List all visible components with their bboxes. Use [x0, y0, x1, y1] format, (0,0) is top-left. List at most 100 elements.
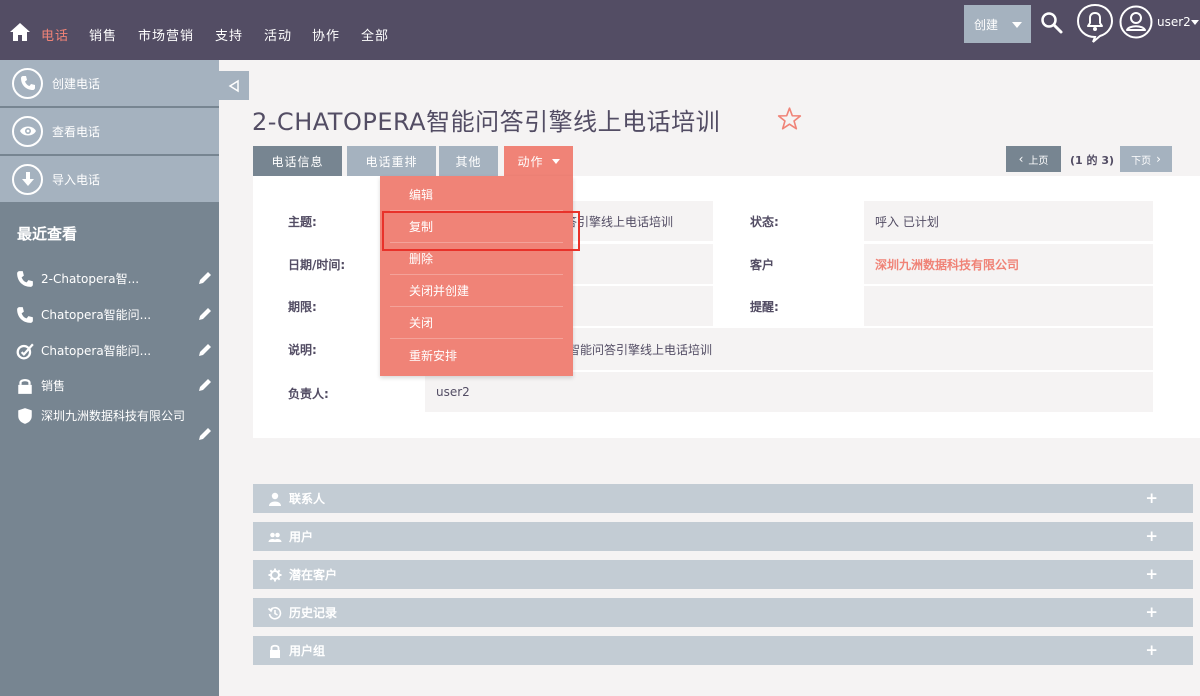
chevron-right-icon: › — [1156, 152, 1161, 166]
gear-icon — [268, 568, 282, 581]
expand-plus-icon[interactable]: + — [1145, 641, 1158, 659]
subpanel-label: 潜在客户 — [289, 568, 338, 582]
field-label-assigned-user: 负责人: — [288, 387, 329, 401]
lock-icon — [270, 644, 280, 658]
menu-item-edit[interactable]: 编辑 — [390, 179, 563, 211]
nav-item-marketing[interactable]: 市场营销 — [138, 25, 194, 44]
sidebar-action-label: 查看电话 — [52, 124, 101, 139]
recent-item[interactable]: 深圳九洲数据科技有限公司 — [16, 407, 212, 447]
subpanel-label: 用户 — [289, 530, 314, 544]
recent-item[interactable]: Chatopera智能问... — [16, 306, 212, 324]
tab-actions[interactable]: 动作 — [504, 146, 573, 176]
subpanel-label: 历史记录 — [289, 606, 338, 620]
expand-plus-icon[interactable]: + — [1145, 603, 1158, 621]
tab-other[interactable]: 其他 — [439, 146, 498, 176]
phone-icon — [17, 307, 33, 323]
chevron-down-icon — [1012, 22, 1022, 28]
subpanel-security-groups[interactable]: 用户组 + — [253, 636, 1193, 665]
tab-call-reschedule[interactable]: 电话重排 — [347, 146, 436, 176]
pencil-edit-icon[interactable] — [198, 378, 212, 392]
pager-previous-label: 上页 — [1028, 155, 1049, 167]
pencil-edit-icon[interactable] — [198, 271, 212, 285]
subpanel-users[interactable]: 用户 + — [253, 522, 1193, 551]
subpanel-leads[interactable]: 潜在客户 + — [253, 560, 1193, 589]
chevron-down-icon — [551, 158, 560, 164]
task-check-icon — [16, 343, 34, 360]
history-icon — [268, 606, 282, 620]
sidebar-action-label: 导入电话 — [52, 172, 101, 187]
subpanel-label: 用户组 — [289, 644, 326, 658]
expand-plus-icon[interactable]: + — [1145, 565, 1158, 583]
recent-item[interactable]: 2-Chatopera智... — [16, 270, 212, 288]
home-icon[interactable] — [9, 22, 31, 42]
sidebar-action-create-call[interactable]: 创建电话 — [0, 60, 219, 106]
recent-item[interactable]: 销售 — [16, 377, 212, 395]
menu-item-close[interactable]: 关闭 — [390, 307, 563, 339]
pager-previous-button[interactable]: ‹ 上页 — [1006, 146, 1061, 172]
recent-item-label: 深圳九洲数据科技有限公司 — [41, 409, 186, 423]
menu-item-reschedule[interactable]: 重新安排 — [390, 339, 563, 371]
tab-call-info[interactable]: 电话信息 — [253, 146, 342, 176]
person-icon — [269, 492, 281, 506]
user-menu-name[interactable]: user2 — [1157, 15, 1191, 29]
recently-viewed-title: 最近查看 — [17, 225, 78, 243]
create-button-label: 创建 — [974, 17, 999, 32]
recent-item-label: 销售 — [41, 379, 66, 393]
menu-item-close-and-create[interactable]: 关闭并创建 — [390, 275, 563, 307]
pager-next-label: 下页 — [1131, 155, 1152, 167]
chevron-down-icon[interactable] — [1191, 20, 1199, 25]
pencil-edit-icon[interactable] — [198, 307, 212, 321]
chevron-left-icon: ‹ — [1018, 152, 1024, 166]
tab-actions-label: 动作 — [517, 154, 544, 169]
pencil-edit-icon[interactable] — [198, 343, 212, 357]
page-title: 2-CHATOPERA智能问答引擎线上电话培训 — [252, 108, 721, 136]
field-label-subject: 主题: — [288, 215, 317, 229]
nav-item-activities[interactable]: 活动 — [264, 25, 292, 44]
top-navigation-bar: 电话 销售 市场营销 支持 活动 协作 全部 创建 user2 — [0, 0, 1200, 60]
field-label-datetime: 日期/时间: — [288, 258, 346, 272]
shield-icon — [18, 408, 32, 424]
recent-item[interactable]: Chatopera智能问... — [16, 342, 212, 360]
field-label-reminder: 提醒: — [750, 300, 779, 314]
sidebar-action-view-calls[interactable]: 查看电话 — [0, 108, 219, 154]
expand-plus-icon[interactable]: + — [1145, 489, 1158, 507]
phone-icon — [12, 67, 43, 99]
subpanel-contacts[interactable]: 联系人 + — [253, 484, 1193, 513]
sidebar-action-import-calls[interactable]: 导入电话 — [0, 156, 219, 202]
sidebar: 创建电话 查看电话 导入电话 最近查看 2-Chatopera智... Chat… — [0, 60, 219, 696]
nav-item-support[interactable]: 支持 — [215, 25, 243, 44]
field-value-status: 呼入 已计划 — [864, 201, 1153, 241]
sidebar-collapse-button[interactable] — [219, 71, 249, 100]
field-value-account-link[interactable]: 深圳九洲数据科技有限公司 — [864, 244, 1153, 284]
field-value-assigned-user: user2 — [425, 372, 1153, 412]
subpanel-history[interactable]: 历史记录 + — [253, 598, 1193, 627]
favorite-star-icon[interactable] — [776, 106, 803, 132]
field-value-reminder — [864, 286, 1153, 326]
nav-item-all[interactable]: 全部 — [361, 25, 389, 44]
recent-item-label: Chatopera智能问... — [41, 344, 152, 358]
download-icon — [12, 163, 43, 195]
lock-icon — [18, 378, 32, 394]
nav-item-collaboration[interactable]: 协作 — [312, 25, 340, 44]
expand-plus-icon[interactable]: + — [1145, 527, 1158, 545]
recent-item-label: 2-Chatopera智... — [41, 272, 140, 286]
users-icon — [268, 532, 282, 542]
pager-next-button[interactable]: 下页 › — [1120, 146, 1172, 172]
create-button[interactable]: 创建 — [964, 5, 1031, 43]
menu-item-delete[interactable]: 删除 — [390, 243, 563, 275]
field-label-duration: 期限: — [288, 300, 317, 314]
pencil-edit-icon[interactable] — [198, 427, 212, 441]
field-label-account: 客户 — [750, 258, 775, 272]
eye-icon — [12, 115, 43, 147]
user-avatar-icon[interactable] — [1119, 5, 1153, 39]
sidebar-action-label: 创建电话 — [52, 76, 101, 91]
actions-dropdown-menu: 编辑 复制 删除 关闭并创建 关闭 重新安排 — [380, 176, 573, 376]
pager-count: (1 的 3) — [1070, 154, 1115, 167]
menu-item-duplicate[interactable]: 复制 — [390, 211, 563, 243]
notification-bell-icon[interactable] — [1076, 3, 1114, 43]
nav-item-calls[interactable]: 电话 — [41, 25, 69, 44]
nav-item-sales[interactable]: 销售 — [89, 25, 117, 44]
subpanel-label: 联系人 — [289, 492, 326, 506]
phone-icon — [17, 271, 33, 287]
search-icon[interactable] — [1040, 11, 1064, 35]
